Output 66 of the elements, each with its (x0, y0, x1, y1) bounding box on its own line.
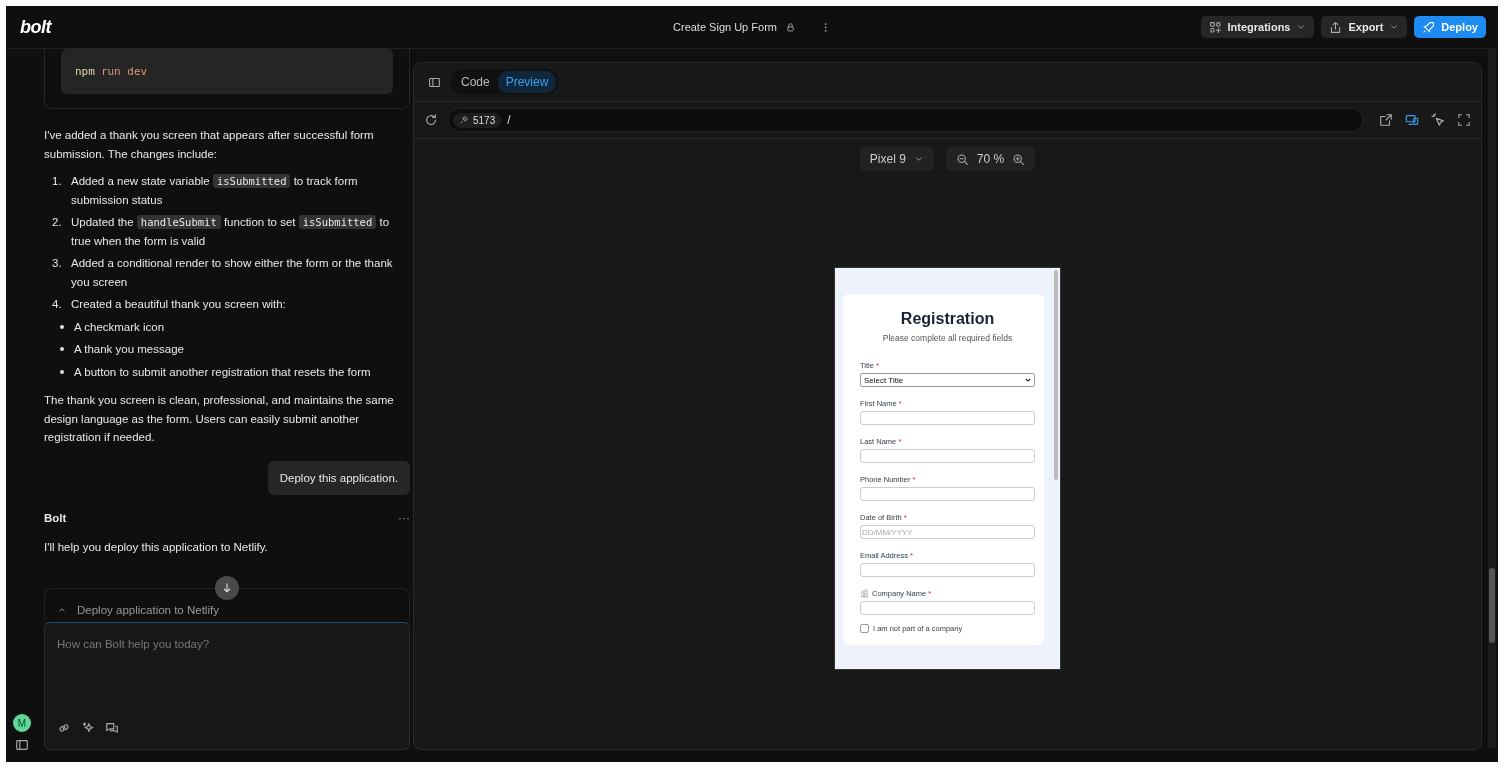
sidebar-icon (15, 738, 29, 752)
list-item-text: Created a beautiful thank you screen with: (71, 297, 286, 312)
chevron-down-icon (1025, 377, 1031, 383)
list-item-text: Updated the handleSubmit function to set isSubmitted to true when the form is valid (71, 214, 391, 249)
bullet-dot (60, 324, 64, 329)
sidebar-icon (428, 75, 441, 89)
chevron-down-icon (1296, 22, 1307, 32)
input-field[interactable] (860, 411, 1035, 425)
building-icon (860, 589, 869, 598)
grid-icon (1208, 20, 1222, 34)
list-item-text: A button to submit another registration that resets the form (74, 364, 371, 380)
export-button[interactable]: Export (1321, 16, 1408, 38)
input-field[interactable] (860, 449, 1035, 463)
tab[interactable]: Preview (497, 71, 557, 93)
chevron-down-icon (1389, 22, 1400, 32)
chat-input[interactable]: How can Bolt help you today? (44, 622, 410, 750)
lock-icon (784, 21, 796, 33)
arrow-down-icon (221, 581, 233, 594)
checkbox[interactable] (860, 624, 869, 633)
form-subtitle: Please complete all required fields (881, 333, 1014, 343)
list-item-text: A checkmark icon (74, 319, 165, 335)
logo[interactable]: bolt (20, 16, 51, 38)
message-text: The thank you screen is clean, professional, and maintains the same design language as the form. Users can easily submit another registration if needed. (44, 393, 395, 445)
code-block: npm run dev (61, 49, 393, 94)
input-field[interactable] (860, 487, 1035, 501)
scroll-down-button[interactable] (215, 575, 239, 600)
zoom-level: 70 % (976, 152, 1005, 166)
device-dropdown[interactable]: Pixel 9 (859, 147, 934, 171)
zoom-out-icon (955, 152, 969, 166)
sparkle-icon (81, 721, 95, 735)
plug-icon (459, 115, 469, 125)
devices-icon[interactable] (1405, 113, 1419, 127)
input-field[interactable] (860, 601, 1035, 615)
external-link-icon (1379, 113, 1393, 127)
rocket-icon (1422, 20, 1436, 34)
link-icon (57, 721, 71, 735)
assistant-name: Bolt (44, 511, 67, 526)
project-title: Create Sign Up Form (673, 21, 777, 33)
form-title: Registration (899, 310, 996, 328)
bullet-dot (60, 347, 64, 352)
select-field[interactable]: Select Title (860, 373, 1035, 387)
deploy-button[interactable]: Deploy (1414, 16, 1486, 38)
reload-icon (424, 113, 438, 127)
list-number: 4. (52, 297, 63, 312)
input-field[interactable] (860, 563, 1035, 577)
chat-icon (105, 721, 119, 735)
tab[interactable]: Code (453, 71, 498, 93)
list-number: 1. (52, 174, 63, 189)
chevron-down-icon (913, 154, 924, 164)
list-number: 2. (52, 215, 63, 230)
list-item-text: A thank you message (74, 342, 184, 357)
list-number: 3. (52, 256, 63, 271)
user-message: Deploy this application. (267, 460, 410, 495)
integrations-button[interactable]: Integrations (1200, 16, 1315, 38)
list-item-text: Added a conditional render to show either the form or the thank you screen (71, 256, 394, 290)
message-text: I've added a thank you screen that appears after successful form submission. The changes include: (44, 128, 375, 162)
address-bar[interactable]: 5173 / (448, 108, 1363, 132)
zoom-in-icon (1012, 152, 1026, 166)
port-badge[interactable]: 5173 (453, 112, 502, 128)
share-icon (1329, 20, 1343, 34)
fullscreen-icon (1457, 113, 1471, 127)
bullet-dot (60, 369, 64, 374)
message-text: I'll help you deploy this application to Netlify. (44, 539, 269, 555)
cursor-select-icon (1431, 113, 1445, 127)
user-avatar[interactable]: M (13, 714, 31, 732)
more-button[interactable]: ··· (398, 509, 410, 528)
